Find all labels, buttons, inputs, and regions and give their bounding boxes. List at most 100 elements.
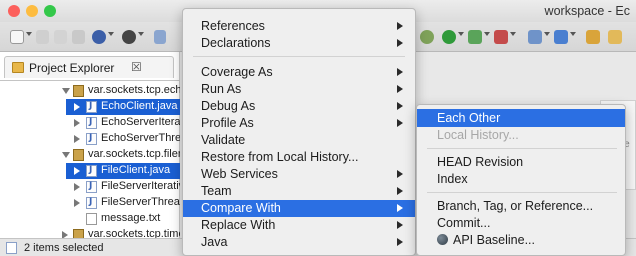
menu-item-label: Run As — [201, 82, 242, 96]
menu-item-label: Coverage As — [201, 65, 273, 79]
menu-item-profile-as[interactable]: Profile As — [183, 115, 415, 132]
tree-row-label: var.sockets.tcp.filer — [88, 148, 180, 160]
new-java-project-icon[interactable] — [494, 30, 508, 44]
project-tree: var.sockets.tcp.echo EchoClient.java Ech… — [0, 80, 180, 241]
collapse-twisty-icon[interactable] — [74, 119, 80, 127]
submenu-item-head-revision[interactable]: HEAD Revision — [417, 153, 625, 171]
expand-twisty-icon[interactable] — [62, 152, 70, 158]
collapse-twisty-icon[interactable] — [74, 167, 80, 175]
java-file-icon — [86, 117, 97, 129]
submenu-item-branch-tag-reference[interactable]: Branch, Tag, or Reference... — [417, 197, 625, 215]
compare-with-submenu: Each Other Local History... HEAD Revisio… — [416, 104, 626, 256]
close-view-icon[interactable]: ☒ — [131, 60, 142, 74]
project-explorer-view: Project Explorer ☒ var.sockets.tcp.echo … — [0, 52, 180, 241]
tree-row-file[interactable]: EchoServerIterat — [0, 115, 180, 131]
tree-row-file[interactable]: EchoServerThrea — [0, 131, 180, 147]
tree-row-package[interactable]: var.sockets.tcp.echo — [0, 83, 180, 99]
tree-row-file[interactable]: message.txt — [0, 211, 180, 227]
chevron-down-icon[interactable] — [458, 32, 464, 36]
context-menu: References Declarations Coverage As Run … — [182, 8, 416, 256]
menu-item-replace-with[interactable]: Replace With — [183, 217, 415, 234]
tree-row-label: FileServerIterativ — [101, 180, 180, 192]
new-icon[interactable] — [10, 30, 24, 44]
tree-row-label: EchoServerIterat — [101, 116, 180, 128]
tree-row-file[interactable]: FileServerIterativ — [0, 179, 180, 195]
run-last-icon[interactable] — [122, 30, 136, 44]
print-icon[interactable] — [72, 30, 85, 44]
tree-row-file[interactable]: EchoClient.java — [66, 99, 180, 115]
menu-item-label: Compare With — [201, 201, 281, 215]
expand-twisty-icon[interactable] — [62, 88, 70, 94]
submenu-item-label: HEAD Revision — [437, 155, 524, 169]
submenu-item-commit[interactable]: Commit... — [417, 214, 625, 232]
submenu-arrow-icon — [397, 39, 403, 47]
menu-item-team[interactable]: Team — [183, 183, 415, 200]
submenu-arrow-icon — [397, 170, 403, 178]
submenu-item-index[interactable]: Index — [417, 170, 625, 188]
menu-item-debug-as[interactable]: Debug As — [183, 98, 415, 115]
tree-row-label: message.txt — [101, 212, 161, 224]
save-icon[interactable] — [36, 30, 49, 44]
project-explorer-tab[interactable]: Project Explorer ☒ — [4, 56, 174, 78]
java-file-icon — [6, 242, 17, 254]
menu-item-label: Team — [201, 184, 232, 198]
package-icon — [73, 149, 84, 161]
menu-item-declarations[interactable]: Declarations — [183, 35, 415, 52]
menu-item-label: Web Services — [201, 167, 278, 181]
menu-item-label: Restore from Local History... — [201, 150, 359, 164]
menu-item-validate[interactable]: Validate — [183, 132, 415, 149]
menu-item-java[interactable]: Java — [183, 234, 415, 251]
collapse-twisty-icon[interactable] — [74, 183, 80, 191]
menu-item-run-as[interactable]: Run As — [183, 81, 415, 98]
open-perspective-icon[interactable] — [608, 30, 622, 44]
chevron-down-icon[interactable] — [510, 32, 516, 36]
chevron-down-icon[interactable] — [26, 32, 32, 36]
submenu-arrow-icon — [397, 102, 403, 110]
tree-row-package[interactable]: var.sockets.tcp.filer — [0, 147, 180, 163]
menu-item-label: References — [201, 19, 265, 33]
submenu-item-each-other[interactable]: Each Other — [417, 109, 625, 127]
submenu-item-label: Branch, Tag, or Reference... — [437, 199, 594, 213]
menu-item-coverage-as[interactable]: Coverage As — [183, 64, 415, 81]
chevron-down-icon[interactable] — [138, 32, 144, 36]
java-file-icon — [86, 197, 97, 209]
new-class-icon[interactable] — [554, 30, 568, 44]
menu-item-web-services[interactable]: Web Services — [183, 166, 415, 183]
search-icon[interactable] — [420, 30, 434, 44]
minimize-window-icon[interactable] — [26, 5, 38, 17]
tree-row-label: EchoServerThrea — [101, 132, 180, 144]
menu-item-references[interactable]: References — [183, 18, 415, 35]
folder-icon — [12, 62, 24, 73]
java-file-icon — [86, 133, 97, 145]
collapse-twisty-icon[interactable] — [74, 135, 80, 143]
zoom-window-icon[interactable] — [44, 5, 56, 17]
debug-icon[interactable] — [92, 30, 106, 44]
chevron-down-icon[interactable] — [484, 32, 490, 36]
chevron-down-icon[interactable] — [108, 32, 114, 36]
save-all-icon[interactable] — [54, 30, 67, 44]
collapse-twisty-icon[interactable] — [74, 103, 80, 111]
submenu-arrow-icon — [397, 221, 403, 229]
submenu-item-api-baseline[interactable]: API Baseline... — [417, 231, 625, 249]
menu-item-restore-local-history[interactable]: Restore from Local History... — [183, 149, 415, 166]
menu-item-compare-with[interactable]: Compare With — [183, 200, 415, 217]
collapse-twisty-icon[interactable] — [74, 199, 80, 207]
menu-item-label: Java — [201, 235, 228, 249]
menu-separator — [427, 192, 617, 193]
new-package-icon[interactable] — [528, 30, 542, 44]
external-tools-icon[interactable] — [468, 30, 482, 44]
submenu-item-label: Local History... — [437, 128, 519, 142]
submenu-item-label: Commit... — [437, 216, 491, 230]
chevron-down-icon[interactable] — [544, 32, 550, 36]
open-type-icon[interactable] — [154, 30, 166, 44]
close-window-icon[interactable] — [8, 5, 20, 17]
project-explorer-title: Project Explorer — [29, 61, 115, 75]
run-green-icon[interactable] — [442, 30, 456, 44]
tree-row-file[interactable]: FileServerThread. — [0, 195, 180, 211]
open-task-icon[interactable] — [586, 30, 600, 44]
package-icon — [73, 85, 84, 97]
java-file-icon — [86, 181, 97, 193]
chevron-down-icon[interactable] — [570, 32, 576, 36]
submenu-arrow-icon — [397, 68, 403, 76]
tree-row-file[interactable]: FileClient.java — [66, 163, 180, 179]
